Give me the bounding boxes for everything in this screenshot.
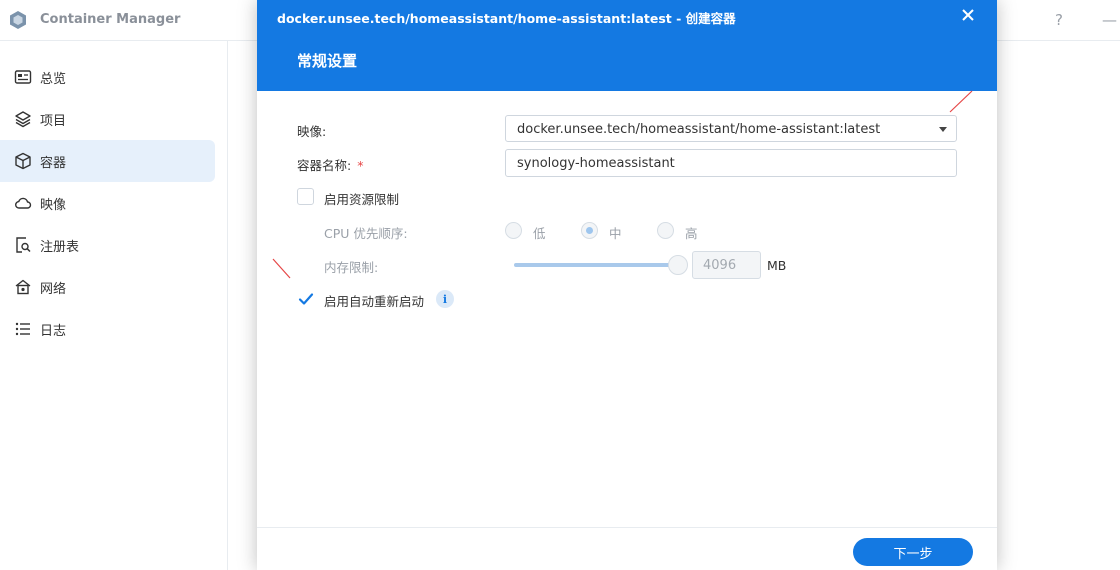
create-container-dialog: docker.unsee.tech/homeassistant/home-ass… (257, 0, 997, 570)
sidebar-item-registry[interactable]: 注册表 (0, 224, 215, 266)
sidebar-item-label: 映像 (40, 197, 67, 213)
sidebar-item-label: 总览 (40, 71, 67, 87)
required-mark: * (357, 158, 364, 173)
cpu-priority-medium-radio[interactable] (581, 222, 598, 239)
sidebar-item-label: 容器 (40, 155, 67, 171)
container-name-label: 容器名称: * (297, 155, 363, 174)
dialog-title: docker.unsee.tech/homeassistant/home-ass… (277, 11, 736, 26)
dialog-footer: 下一步 (257, 527, 997, 570)
sidebar-item-label: 项目 (40, 113, 67, 129)
annotation-mark-left (272, 258, 291, 279)
container-cube-icon (14, 152, 32, 170)
annotation-mark-top-right (949, 90, 973, 113)
project-layers-icon (14, 110, 32, 128)
sidebar-item-label: 注册表 (40, 239, 80, 255)
memory-limit-label: 内存限制: (324, 260, 379, 275)
container-name-input[interactable] (505, 149, 957, 177)
image-select[interactable]: docker.unsee.tech/homeassistant/home-ass… (505, 115, 957, 142)
cpu-priority-label: CPU 优先顺序: (324, 226, 408, 241)
cpu-priority-high-label: 高 (685, 226, 698, 241)
dialog-subtitle: 常规设置 (297, 52, 358, 70)
sidebar-item-overview[interactable]: 总览 (0, 56, 215, 98)
app-title: Container Manager (40, 12, 181, 27)
cpu-priority-low-radio[interactable] (505, 222, 522, 239)
sidebar-item-network[interactable]: 网络 (0, 266, 215, 308)
dialog-header: docker.unsee.tech/homeassistant/home-ass… (257, 0, 997, 91)
sidebar-item-image[interactable]: 映像 (0, 182, 215, 224)
info-icon[interactable]: i (436, 290, 454, 308)
chevron-down-icon (939, 127, 947, 132)
image-select-value: docker.unsee.tech/homeassistant/home-ass… (517, 122, 881, 137)
overview-icon (14, 68, 32, 86)
cpu-priority-medium-label: 中 (609, 226, 622, 241)
resource-limit-label: 启用资源限制 (324, 192, 400, 207)
memory-slider-handle[interactable] (668, 255, 688, 275)
memory-unit-label: MB (767, 258, 787, 273)
close-icon[interactable] (959, 6, 977, 24)
network-house-icon (14, 278, 32, 296)
memory-slider-track[interactable] (514, 263, 678, 267)
minimize-icon[interactable]: — (1102, 11, 1117, 29)
sidebar-item-label: 网络 (40, 281, 67, 297)
sidebar-item-project[interactable]: 项目 (0, 98, 215, 140)
sidebar-item-label: 日志 (40, 323, 67, 339)
memory-limit-input[interactable] (692, 251, 761, 279)
cpu-priority-high-radio[interactable] (657, 222, 674, 239)
log-list-icon (14, 320, 32, 338)
auto-restart-label: 启用自动重新启动 (324, 294, 425, 309)
sidebar: 总览 项目 容器 映像 注册表 网络 日志 (0, 41, 228, 570)
resource-limit-checkbox[interactable] (297, 188, 314, 205)
help-icon[interactable]: ? (1055, 11, 1063, 29)
registry-search-icon (14, 236, 32, 254)
container-name-label-text: 容器名称: (297, 158, 352, 173)
next-button[interactable]: 下一步 (853, 538, 973, 566)
sidebar-item-container[interactable]: 容器 (0, 140, 215, 182)
container-manager-logo-icon (8, 10, 28, 30)
checkmark-icon (298, 293, 314, 305)
cpu-priority-low-label: 低 (533, 226, 546, 241)
image-label: 映像: (297, 124, 327, 139)
sidebar-item-log[interactable]: 日志 (0, 308, 215, 350)
auto-restart-checkbox[interactable] (297, 290, 314, 307)
cloud-icon (14, 194, 32, 212)
